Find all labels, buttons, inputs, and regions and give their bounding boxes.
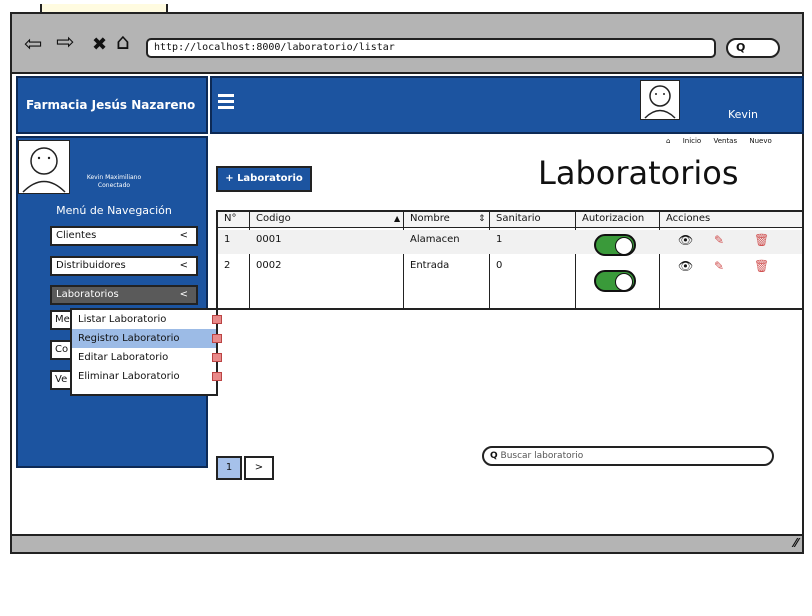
laboratorios-dropdown: Listar Laboratorio Registro Laboratorio … bbox=[70, 308, 222, 396]
sort-icon[interactable]: ⇕ bbox=[474, 212, 486, 226]
laboratorios-table: N° Codigo ▲ Nombre ⇕ Sanitario Autorizac… bbox=[216, 210, 804, 310]
chevron-left-icon: < bbox=[179, 289, 188, 300]
status-bar: ⁄⁄ bbox=[12, 534, 802, 552]
breadcrumb-inicio[interactable]: Inicio bbox=[683, 137, 702, 145]
sort-up-icon[interactable]: ▲ bbox=[390, 212, 400, 226]
sidebar-item-label: Distribuidores bbox=[56, 260, 126, 271]
sidebar-item-laboratorios[interactable]: Laboratorios < bbox=[50, 285, 198, 305]
chevron-left-icon: < bbox=[179, 230, 188, 241]
dropdown-item-label: Registro Laboratorio bbox=[78, 333, 180, 344]
top-bar: Kevin bbox=[210, 76, 804, 134]
dropdown-item-listar[interactable]: Listar Laboratorio bbox=[72, 310, 222, 329]
header-codigo[interactable]: Codigo bbox=[252, 212, 291, 226]
hamburger-menu-icon[interactable] bbox=[218, 94, 234, 112]
autorizacion-toggle[interactable] bbox=[594, 270, 636, 292]
header-autorizacion[interactable]: Autorizacion bbox=[578, 212, 644, 226]
menu-title: Menú de Navegación bbox=[56, 204, 172, 217]
cell-sanitario: 0 bbox=[496, 260, 503, 271]
stop-icon[interactable]: ✖ bbox=[92, 34, 107, 56]
table-row: 2 0002 Entrada 0 👁 ✎ 🗑 bbox=[218, 256, 802, 292]
sidebar-item-label: Clientes bbox=[56, 230, 97, 241]
sidebar-user-name: Kevin Maximiliano bbox=[86, 174, 142, 181]
add-laboratorio-button[interactable]: + Laboratorio bbox=[216, 166, 312, 192]
resize-handle-icon[interactable]: ⁄⁄ bbox=[794, 536, 798, 550]
autorizacion-toggle[interactable] bbox=[594, 234, 636, 256]
pagination-page-1[interactable]: 1 bbox=[216, 456, 242, 480]
trash-icon[interactable]: 🗑 bbox=[754, 230, 769, 250]
sidebar-item-distribuidores[interactable]: Distribuidores < bbox=[50, 256, 198, 276]
user-icon bbox=[644, 85, 676, 119]
header-acciones: Acciones bbox=[666, 213, 711, 224]
cell-num: 2 bbox=[224, 260, 231, 271]
search-input[interactable]: Q Buscar laboratorio bbox=[482, 446, 774, 466]
sidebar-user-info: Kevin Maximiliano Conectado bbox=[74, 174, 154, 190]
view-eye-icon[interactable]: 👁 bbox=[678, 256, 693, 276]
breadcrumb-ventas[interactable]: Ventas bbox=[713, 137, 737, 145]
cell-sanitario: 1 bbox=[496, 234, 503, 245]
cell-codigo: 0002 bbox=[256, 260, 282, 271]
header-nombre[interactable]: Nombre bbox=[406, 212, 450, 226]
link-icon bbox=[212, 372, 222, 381]
dropdown-item-eliminar[interactable]: Eliminar Laboratorio bbox=[72, 367, 222, 386]
search-icon: Q bbox=[736, 41, 746, 54]
page-title: Laboratorios bbox=[538, 154, 739, 192]
cell-codigo: 0001 bbox=[256, 234, 282, 245]
breadcrumb-nuevo[interactable]: Nuevo bbox=[749, 137, 771, 145]
header-sanitario[interactable]: Sanitario bbox=[492, 212, 541, 226]
trash-icon[interactable]: 🗑 bbox=[754, 256, 769, 276]
breadcrumb: ⌂ Inicio Ventas Nuevo bbox=[666, 137, 782, 145]
sidebar-item-clientes[interactable]: Clientes < bbox=[50, 226, 198, 246]
header-numero: N° bbox=[224, 213, 237, 224]
dropdown-item-editar[interactable]: Editar Laboratorio bbox=[72, 348, 222, 367]
home-icon[interactable]: ⌂ bbox=[666, 137, 670, 145]
pagination-next[interactable]: > bbox=[244, 456, 274, 480]
browser-search-box[interactable]: Q bbox=[726, 38, 780, 58]
dropdown-item-label: Listar Laboratorio bbox=[78, 314, 167, 325]
edit-icon[interactable]: ✎ bbox=[714, 230, 724, 250]
home-icon[interactable]: ⌂ bbox=[116, 32, 130, 54]
sidebar-user-status: Conectado bbox=[97, 182, 131, 189]
link-icon bbox=[212, 315, 222, 324]
dropdown-item-label: Eliminar Laboratorio bbox=[78, 371, 180, 382]
back-arrow-icon[interactable]: ⇦ bbox=[24, 34, 42, 56]
table-row: 1 0001 Alamacen 1 👁 ✎ 🗑 bbox=[218, 230, 802, 256]
dropdown-item-label: Editar Laboratorio bbox=[78, 352, 169, 363]
edit-icon[interactable]: ✎ bbox=[714, 256, 724, 276]
avatar[interactable] bbox=[640, 80, 680, 120]
url-bar[interactable]: http://localhost:8000/laboratorio/listar bbox=[146, 38, 716, 58]
dropdown-item-registro[interactable]: Registro Laboratorio bbox=[72, 329, 222, 348]
cell-nombre: Alamacen bbox=[410, 234, 460, 245]
forward-arrow-icon[interactable]: ⇨ bbox=[56, 32, 74, 54]
user-icon bbox=[22, 147, 66, 193]
search-icon: Q bbox=[490, 451, 498, 461]
chevron-left-icon: < bbox=[179, 260, 188, 271]
header-username[interactable]: Kevin bbox=[728, 108, 758, 121]
cell-nombre: Entrada bbox=[410, 260, 450, 271]
cell-num: 1 bbox=[224, 234, 231, 245]
sidebar-avatar bbox=[18, 140, 70, 194]
sidebar: Kevin Maximiliano Conectado Menú de Nave… bbox=[16, 136, 208, 468]
sidebar-item-label: Laboratorios bbox=[56, 289, 119, 300]
brand-title[interactable]: Farmacia Jesús Nazareno bbox=[16, 76, 208, 134]
link-icon bbox=[212, 353, 222, 362]
search-placeholder: Buscar laboratorio bbox=[500, 451, 584, 461]
view-eye-icon[interactable]: 👁 bbox=[678, 230, 693, 250]
link-icon bbox=[212, 334, 222, 343]
